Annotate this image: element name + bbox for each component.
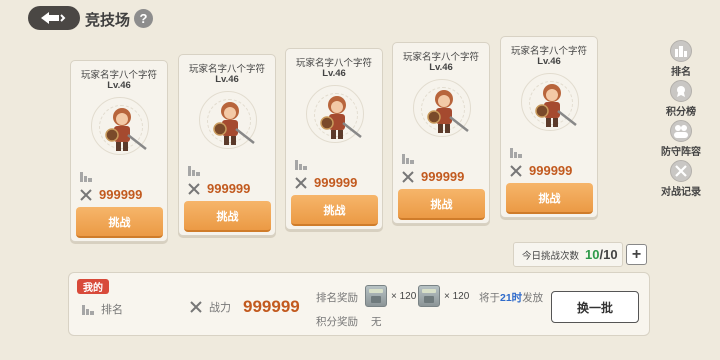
my-power-label: 战力: [209, 302, 231, 314]
sidebar-item-defense-lineup[interactable]: 防守阵容: [656, 120, 706, 158]
opponent-level: Lv.46: [429, 62, 453, 73]
opponent-level: Lv.46: [215, 74, 239, 85]
challenge-button[interactable]: 挑战: [76, 207, 163, 238]
opponent-level: Lv.46: [537, 56, 561, 67]
opponent-name: 玩家名字八个字符: [295, 58, 372, 69]
rank-icon: [402, 154, 414, 164]
sidebar-item-label: 排名: [671, 67, 691, 78]
back-arrow-icon: [41, 12, 66, 24]
rank-reward-label: 排名奖励: [316, 292, 358, 304]
knight-avatar-icon: [320, 96, 362, 139]
sidebar-item-ranking[interactable]: 排名: [656, 40, 706, 78]
knight-avatar-icon: [213, 102, 255, 145]
rank-icon: [295, 160, 307, 170]
opponent-card-3: 玩家名字八个字符 Lv.46 999999 挑战: [285, 48, 383, 230]
points-board-icon: [670, 80, 692, 102]
opponent-card-2: 玩家名字八个字符 Lv.46 999999 挑战: [178, 54, 276, 236]
reward-quantity: × 120: [444, 291, 470, 302]
challenge-button[interactable]: 挑战: [184, 201, 271, 232]
opponent-card-4: 玩家名字八个字符 Lv.46 999999 挑战: [392, 42, 490, 224]
reward-quantity: × 120: [391, 291, 417, 302]
opponent-name: 玩家名字八个字符: [510, 46, 587, 57]
sidebar-item-label: 防守阵容: [661, 147, 701, 158]
add-challenges-button[interactable]: +: [626, 244, 647, 265]
rank-icon: [82, 305, 94, 315]
opponent-power: 999999: [207, 181, 251, 196]
rank-icon: [510, 148, 522, 158]
my-badge: 我的: [77, 279, 109, 294]
opponent-name: 玩家名字八个字符: [188, 64, 265, 75]
issue-suffix: 发放: [522, 292, 544, 304]
points-reward-label: 积分奖励: [316, 316, 358, 328]
knight-avatar-icon: [427, 90, 469, 133]
my-power-value: 999999: [243, 297, 300, 316]
issue-prefix: 将于: [479, 292, 500, 304]
sidebar-item-battle-record[interactable]: 对战记录: [656, 160, 706, 198]
reward-issue-time: 将于21时发放: [479, 290, 543, 305]
sidebar-item-points-board[interactable]: 积分榜: [656, 80, 706, 118]
my-rank-label: 排名: [101, 304, 123, 316]
defense-lineup-icon: [670, 120, 692, 142]
opponent-power: 999999: [529, 163, 573, 178]
sidebar-item-label: 积分榜: [666, 107, 696, 118]
crossed-swords-icon: [402, 170, 414, 183]
page-title: 竞技场: [85, 12, 131, 29]
opponent-level: Lv.46: [322, 68, 346, 79]
challenge-button[interactable]: 挑战: [398, 189, 485, 220]
opponent-name: 玩家名字八个字符: [402, 52, 479, 63]
daily-challenge-total: /10: [599, 247, 618, 262]
challenge-button[interactable]: 挑战: [291, 195, 378, 226]
issue-time: 21时: [500, 292, 523, 304]
reward-chest-icon[interactable]: [365, 285, 387, 307]
knight-avatar-icon: [105, 108, 147, 151]
knight-avatar-icon: [535, 84, 577, 127]
opponent-card-1: 玩家名字八个字符 Lv.46 999999 挑战: [70, 60, 168, 242]
my-info-panel: 我的 排名 战力 999999 排名奖励 × 120 × 120 将于21时发放…: [68, 272, 650, 336]
back-button[interactable]: [28, 6, 80, 30]
opponent-name: 玩家名字八个字符: [80, 70, 157, 81]
daily-challenge-counter: 今日挑战次数 10 /10: [513, 242, 623, 267]
crossed-swords-icon: [295, 176, 307, 189]
crossed-swords-icon: [190, 301, 202, 313]
reward-chest-icon[interactable]: [418, 285, 440, 307]
help-button[interactable]: ?: [134, 9, 153, 28]
daily-challenge-label: 今日挑战次数: [522, 250, 580, 262]
challenge-button[interactable]: 挑战: [506, 183, 593, 214]
sidebar-item-label: 对战记录: [661, 187, 701, 198]
opponent-power: 999999: [421, 169, 465, 184]
rank-icon: [188, 166, 200, 176]
opponent-card-5: 玩家名字八个字符 Lv.46 999999 挑战: [500, 36, 598, 218]
daily-challenge-count: 10: [585, 247, 600, 262]
ranking-icon: [670, 40, 692, 62]
refresh-opponents-button[interactable]: 换一批: [551, 291, 639, 323]
opponent-level: Lv.46: [107, 80, 131, 91]
crossed-swords-icon: [188, 182, 200, 195]
points-reward-value: 无: [371, 316, 382, 328]
rank-icon: [80, 172, 92, 182]
crossed-swords-icon: [510, 164, 522, 177]
opponent-power: 999999: [314, 175, 358, 190]
opponent-power: 999999: [99, 187, 143, 202]
battle-record-icon: [670, 160, 692, 182]
crossed-swords-icon: [80, 188, 92, 201]
